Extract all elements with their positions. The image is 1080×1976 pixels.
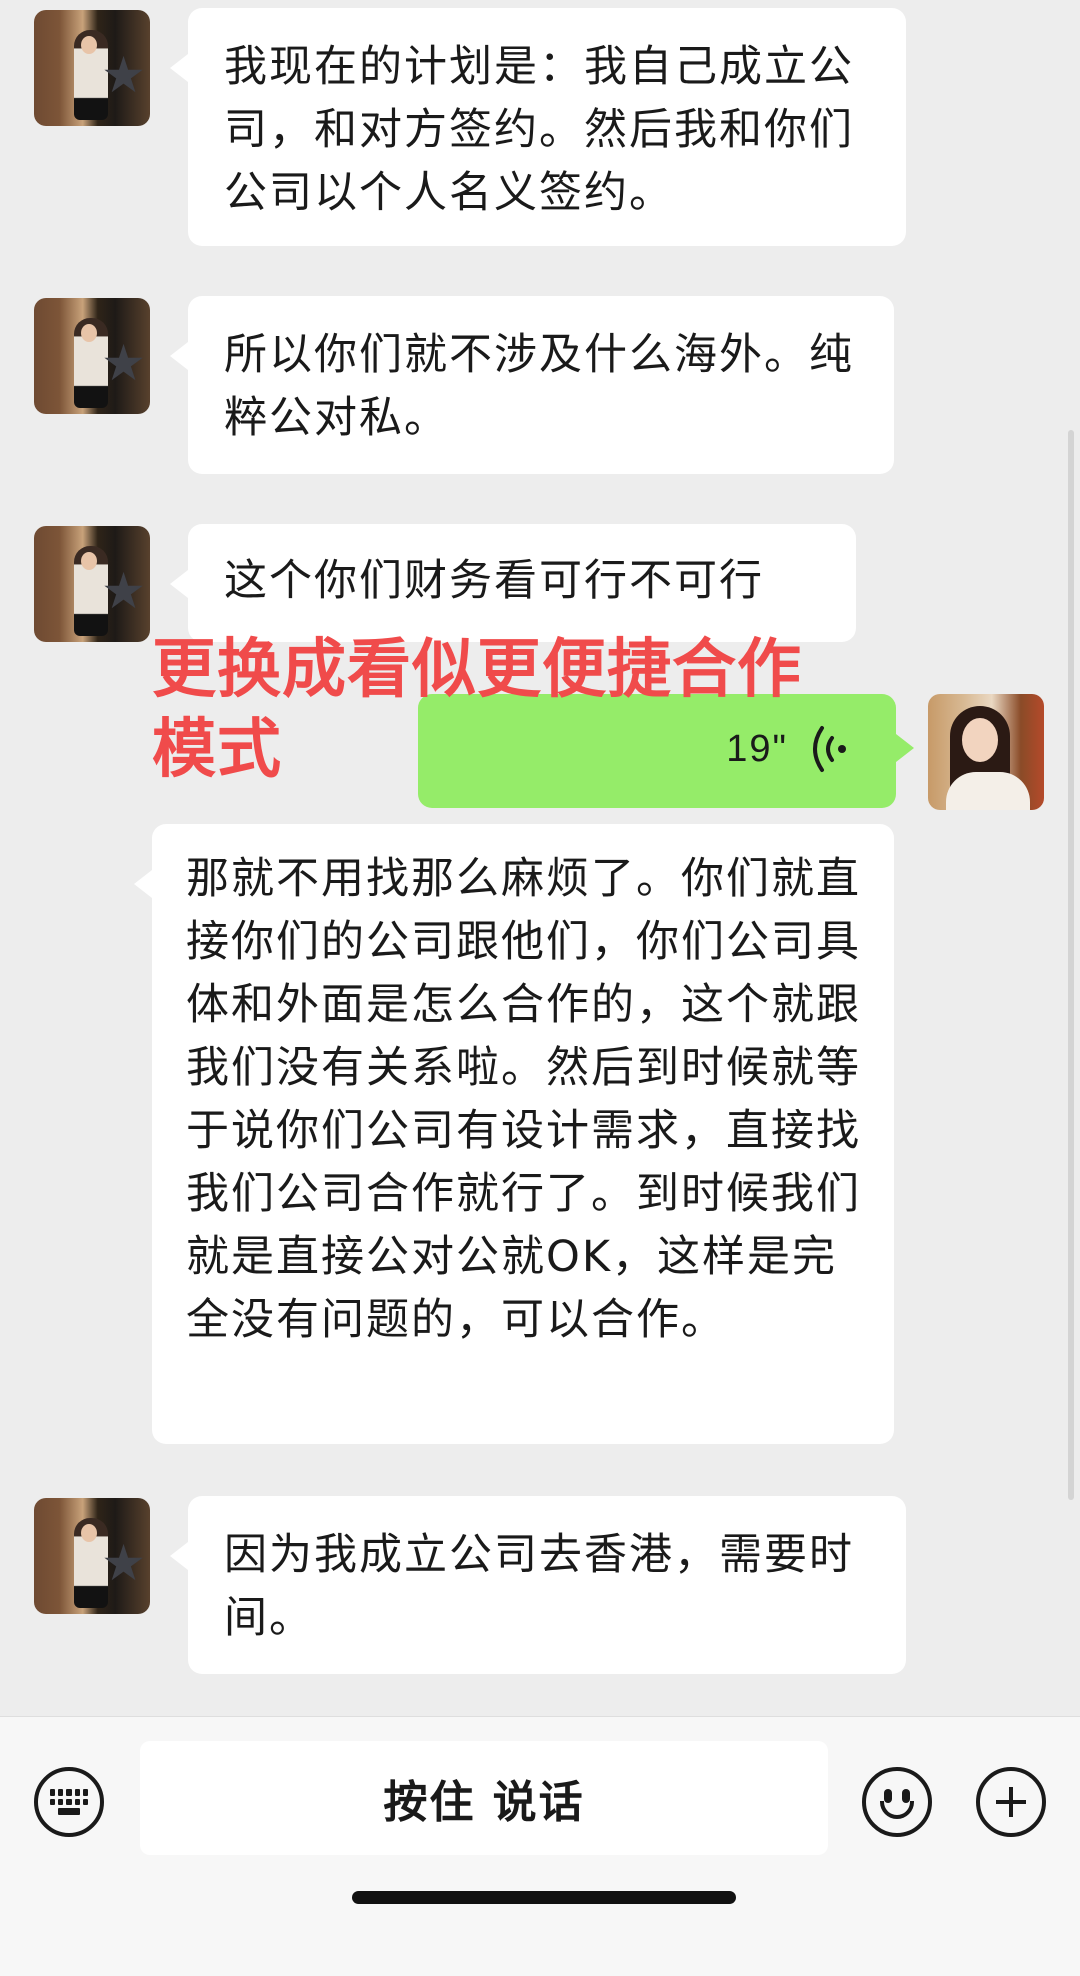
contact-avatar[interactable]: ★ (34, 526, 150, 642)
message-bubble[interactable]: 这个你们财务看可行不可行 (170, 524, 856, 642)
input-bar: 按住 说话 (0, 1716, 1080, 1976)
annotation-text: 更换成看似更便捷合作模式 (152, 633, 802, 787)
message-text: 所以你们就不涉及什么海外。纯粹公对私。 (224, 330, 854, 443)
plus-icon[interactable] (976, 1767, 1046, 1837)
message-text: 这个你们财务看可行不可行 (224, 556, 764, 606)
home-indicator[interactable] (352, 1891, 736, 1904)
contact-avatar[interactable]: ★ (34, 1498, 150, 1614)
contact-avatar[interactable]: ★ (34, 10, 150, 126)
message-text: 因为我成立公司去香港，需要时间。 (224, 1530, 854, 1643)
message-bubble[interactable]: 因为我成立公司去香港，需要时间。 (170, 1496, 906, 1674)
message-bubble[interactable]: 那就不用找那么麻烦了。你们就直接你们的公司跟他们，你们公司具体和外面是怎么合作的… (134, 824, 894, 1444)
hold-to-talk-button[interactable]: 按住 说话 (140, 1741, 828, 1855)
message-text: 我现在的计划是：我自己成立公司，和对方签约。然后我和你们公司以个人名义签约。 (224, 42, 854, 218)
message-text: 那就不用找那么麻烦了。你们就直接你们的公司跟他们，你们公司具体和外面是怎么合作的… (186, 854, 861, 1345)
message-bubble[interactable]: 所以你们就不涉及什么海外。纯粹公对私。 (170, 296, 894, 474)
self-avatar[interactable] (928, 694, 1044, 810)
contact-avatar[interactable]: ★ (34, 298, 150, 414)
message-bubble[interactable]: 我现在的计划是：我自己成立公司，和对方签约。然后我和你们公司以个人名义签约。 (170, 8, 906, 246)
scrollbar[interactable] (1068, 430, 1074, 1500)
emoji-icon[interactable] (862, 1767, 932, 1837)
keyboard-icon[interactable] (34, 1767, 104, 1837)
